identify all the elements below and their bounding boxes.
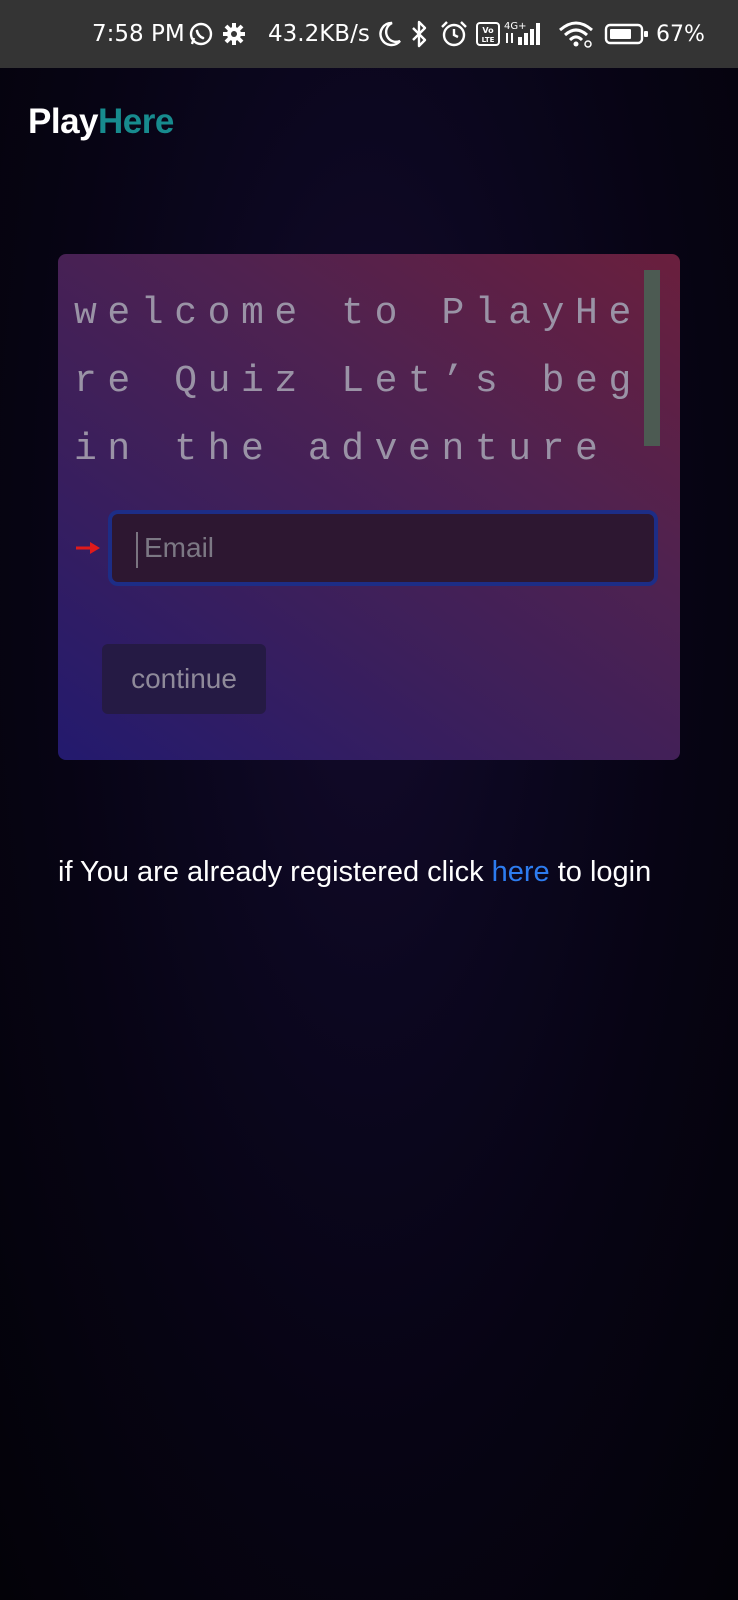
gear-icon: [222, 0, 246, 68]
scrollbar[interactable]: [644, 270, 660, 446]
email-input[interactable]: [144, 514, 644, 582]
whatsapp-icon: [188, 0, 214, 68]
login-prompt-suffix: to login: [549, 856, 652, 888]
svg-text:Vo: Vo: [482, 26, 494, 35]
alarm-icon: [440, 0, 468, 68]
logo-play-text: Play: [28, 102, 99, 141]
login-prompt: if You are already registered click here…: [58, 856, 651, 889]
welcome-text: welcome to PlayHere Quiz Let’s begin the…: [74, 292, 642, 471]
svg-text:LTE: LTE: [482, 36, 495, 44]
volte-icon: Vo LTE: [476, 0, 500, 68]
email-row: [58, 510, 680, 590]
status-bar: 7:58 PM 43.2KB/s Vo LTE 4G+ 67%: [0, 0, 738, 68]
text-cursor: [136, 532, 138, 568]
login-prompt-prefix: if You are already registered click: [58, 856, 492, 888]
login-link[interactable]: here: [492, 856, 550, 888]
network-speed: 43.2KB/s: [268, 21, 370, 47]
status-time: 7:58 PM: [92, 21, 185, 47]
wifi-icon: [558, 0, 594, 68]
battery-percent: 67%: [656, 21, 705, 47]
svg-text:4G+: 4G+: [504, 21, 527, 32]
email-field[interactable]: [108, 510, 658, 586]
continue-button[interactable]: continue: [102, 644, 266, 714]
app-logo: PlayHere: [28, 102, 174, 142]
welcome-scroll-area[interactable]: welcome to PlayHere Quiz Let’s begin the…: [58, 254, 662, 471]
logo-here-text: Here: [98, 102, 174, 141]
signal-icon: 4G+: [504, 0, 548, 68]
battery-icon: [604, 0, 650, 68]
signup-card: welcome to PlayHere Quiz Let’s begin the…: [58, 254, 680, 760]
bluetooth-icon: [410, 0, 428, 68]
arrow-right-icon: [76, 542, 100, 554]
moon-icon: [378, 0, 402, 68]
